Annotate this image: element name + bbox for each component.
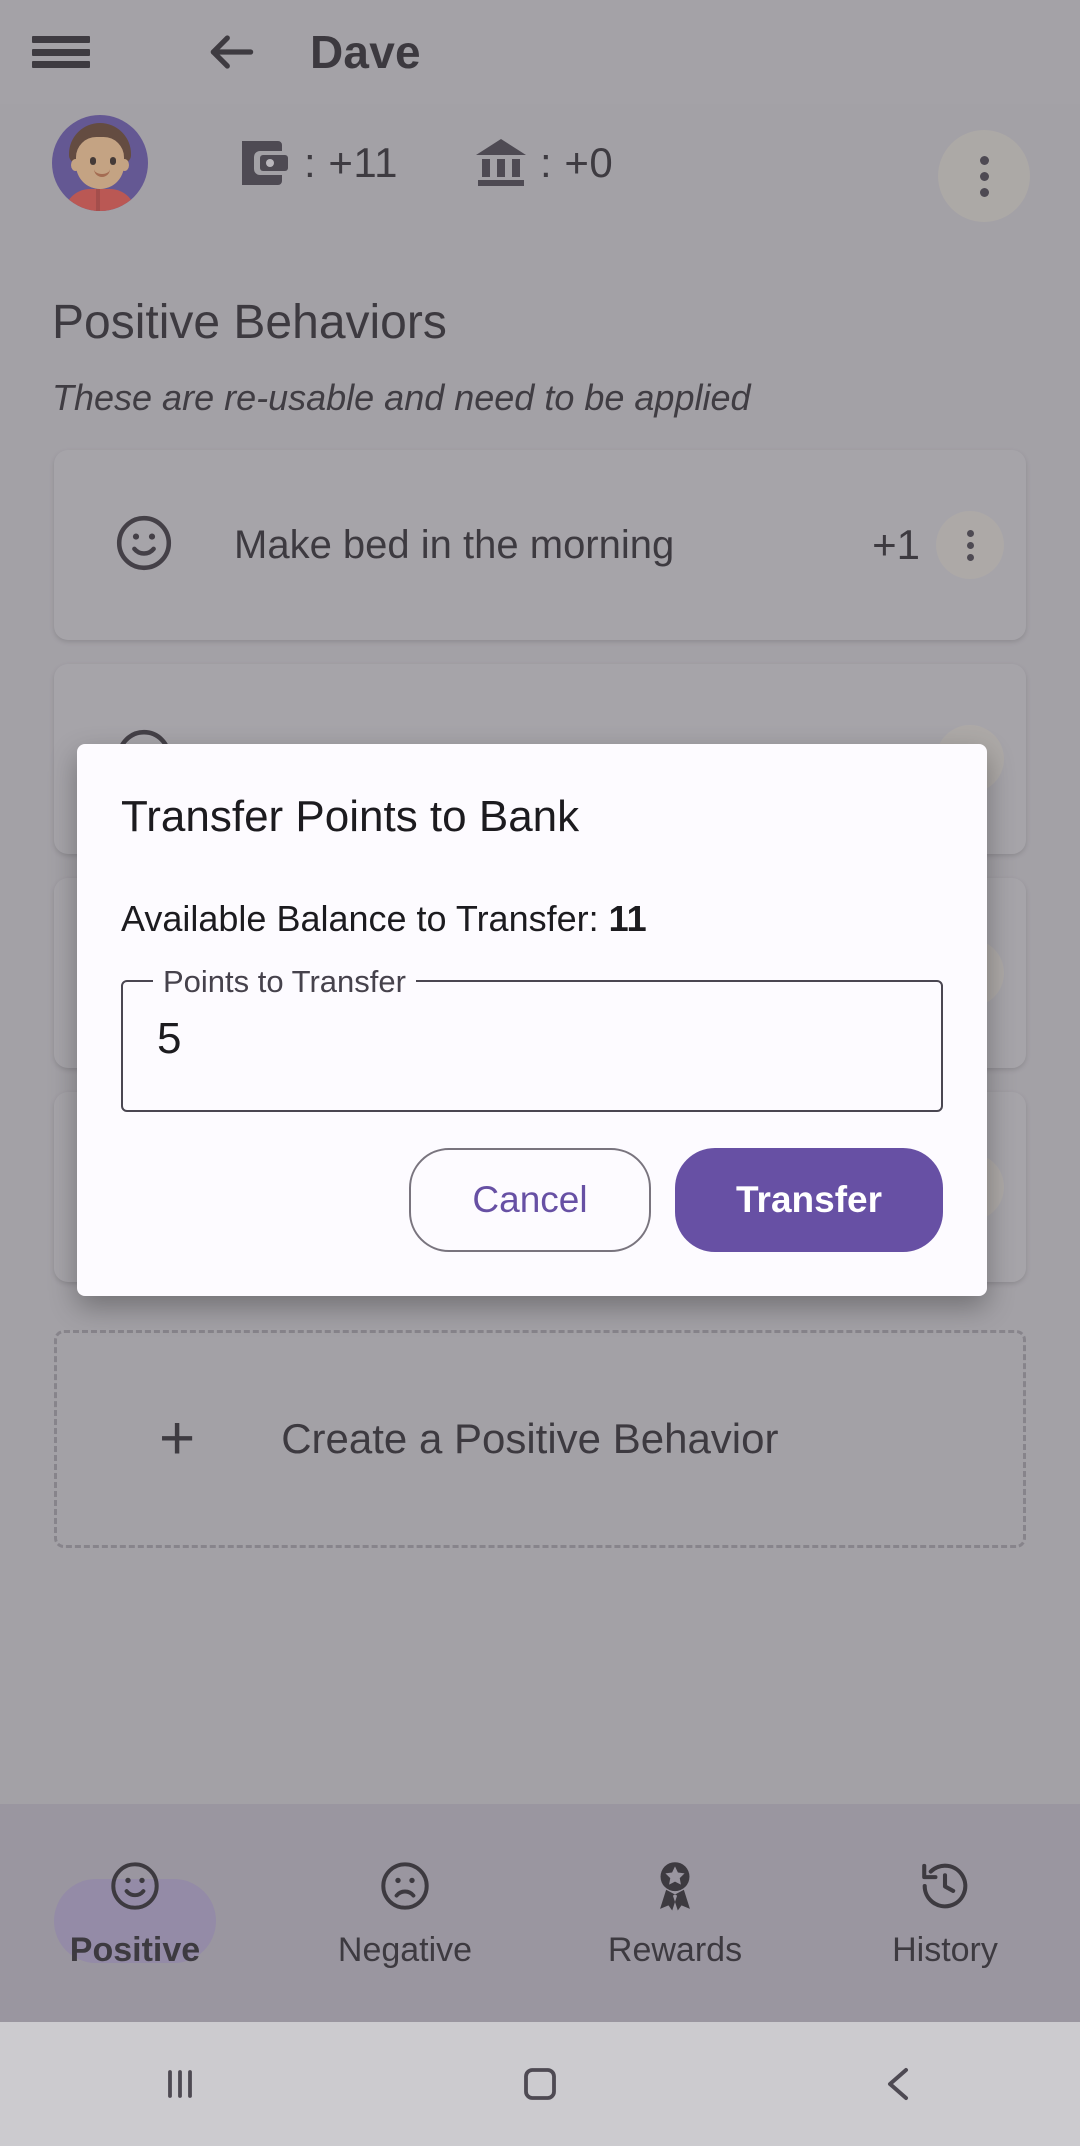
behavior-points: +1 [872, 521, 920, 568]
tab-label: Positive [69, 1930, 201, 1969]
tab-history[interactable]: History [810, 1857, 1080, 1970]
wallet-balance-value: : +11 [304, 139, 398, 186]
behavior-card[interactable]: Make bed in the morning +1 [54, 450, 1026, 640]
history-clock-icon [917, 1857, 973, 1915]
section-subtitle: These are re-usable and need to be appli… [52, 377, 751, 418]
transfer-points-dialog: Transfer Points to Bank Available Balanc… [77, 744, 987, 1296]
tab-rewards[interactable]: Rewards [540, 1857, 810, 1970]
smiley-face-icon [107, 1857, 163, 1915]
available-balance-text: Available Balance to Transfer: 11 [77, 898, 987, 940]
top-app-bar: Dave [0, 0, 1080, 104]
home-square-icon[interactable] [480, 2044, 600, 2124]
tab-label: Rewards [607, 1930, 743, 1969]
points-to-transfer-input[interactable]: Points to Transfer 5 [121, 963, 943, 1112]
tab-label: History [892, 1930, 998, 1969]
smiley-face-icon [112, 511, 176, 580]
bank-icon [472, 137, 530, 189]
bank-balance-value: : +0 [539, 139, 614, 186]
tab-positive[interactable]: Positive [0, 1857, 270, 1970]
create-behavior-label: Create a Positive Behavior [281, 1415, 779, 1462]
arrow-left-icon[interactable] [202, 22, 262, 82]
page-title: Dave [310, 26, 421, 78]
recent-apps-icon[interactable] [120, 2044, 240, 2124]
cancel-button[interactable]: Cancel [409, 1148, 651, 1252]
transfer-button[interactable]: Transfer [675, 1148, 943, 1252]
bottom-navigation: Positive Negative Rewards History [0, 1804, 1080, 2022]
points-to-transfer-value: 5 [157, 1014, 182, 1063]
user-summary-row: : +11 : +0 [0, 104, 1080, 222]
tab-label: Negative [337, 1930, 473, 1969]
dialog-title: Transfer Points to Bank [121, 792, 580, 841]
plus-icon: + [159, 1404, 196, 1473]
behavior-label: Make bed in the morning [234, 522, 675, 567]
avatar[interactable] [52, 115, 148, 211]
points-to-transfer-label: Points to Transfer [153, 963, 416, 1001]
behavior-menu-icon[interactable] [936, 511, 1004, 579]
bank-balance[interactable]: : +0 [472, 137, 613, 189]
wallet-icon [238, 137, 294, 189]
tab-negative[interactable]: Negative [270, 1857, 540, 1970]
available-balance-label: Available Balance to Transfer: [121, 898, 609, 939]
back-chevron-icon[interactable] [840, 2044, 960, 2124]
hamburger-menu-icon[interactable] [32, 30, 90, 74]
award-ribbon-icon [647, 1857, 703, 1915]
text-caret [187, 1008, 190, 1066]
frowny-face-icon [377, 1857, 433, 1915]
more-vertical-icon[interactable] [938, 130, 1030, 222]
mobile-screen: Dave : +11: +0 Positive Behaviors These… [0, 0, 1080, 2146]
wallet-balance[interactable]: : +11 [238, 137, 398, 189]
create-positive-behavior-button[interactable]: + Create a Positive Behavior [54, 1330, 1026, 1548]
dialog-actions: Cancel Transfer [77, 1112, 987, 1296]
android-system-bar [0, 2022, 1080, 2146]
available-balance-value: 11 [608, 898, 647, 939]
section-title: Positive Behaviors [52, 296, 447, 349]
